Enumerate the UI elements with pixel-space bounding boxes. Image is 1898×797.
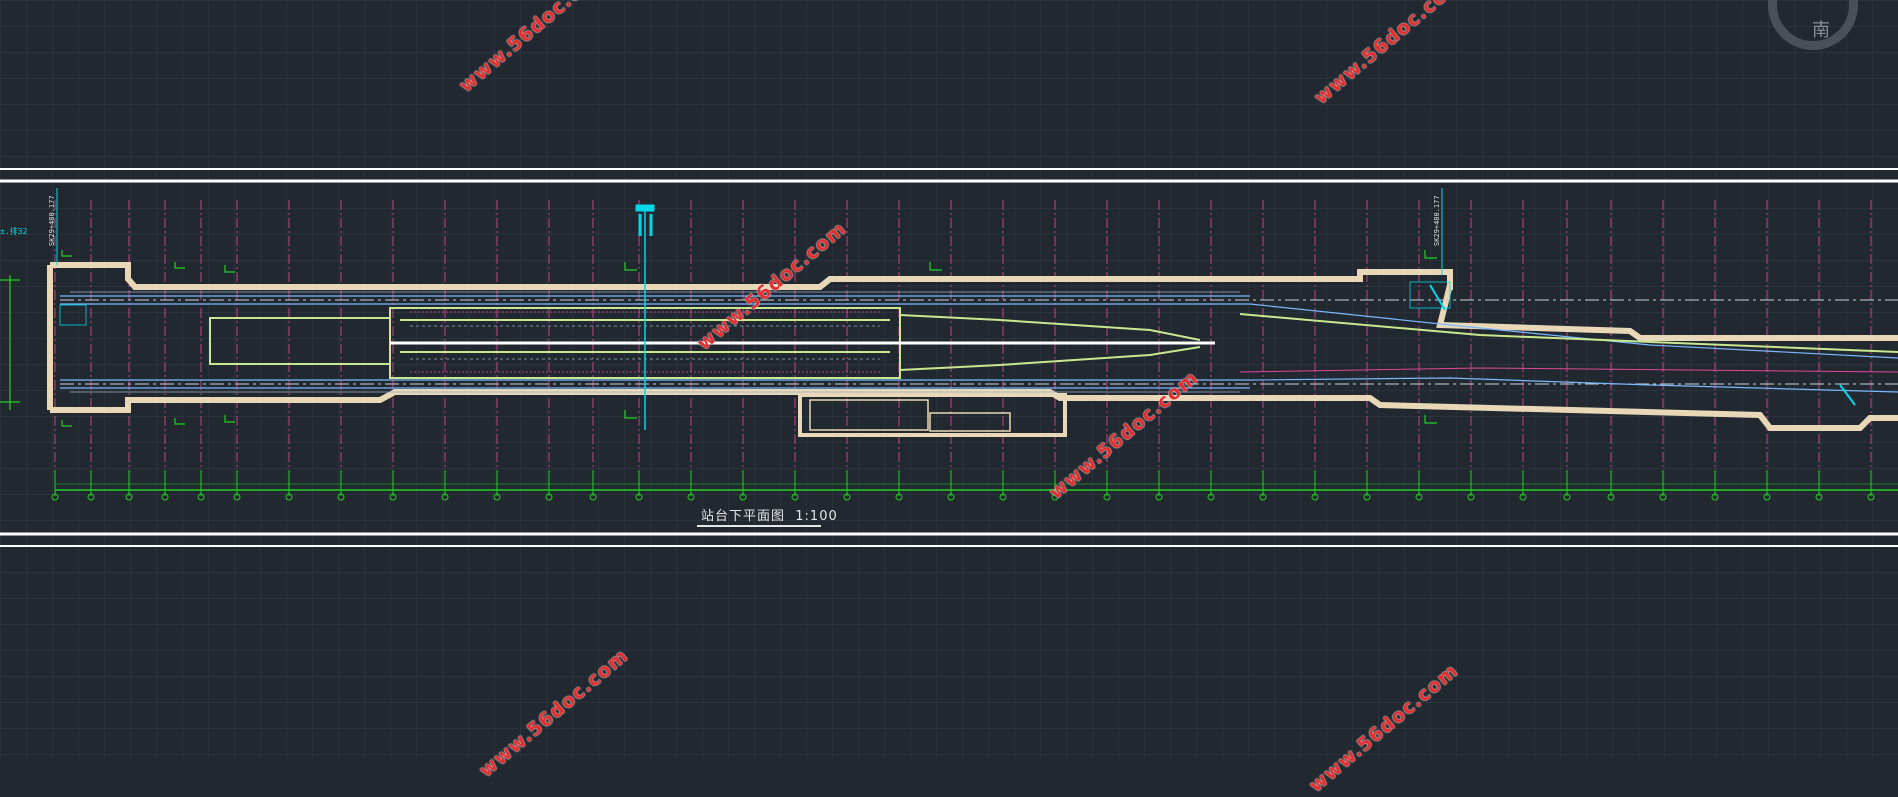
cad-model-canvas[interactable]: ±.排32 SK29+480.177 SK29+480.177 站台下平面图 1…	[0, 0, 1898, 797]
structure-walls	[47, 262, 1898, 431]
station-plan-drawing	[0, 168, 1898, 547]
station-label-right: SK29+480.177	[1433, 195, 1441, 246]
drawing-title: 站台下平面图 1:100	[701, 505, 838, 524]
annex-room	[798, 393, 1067, 437]
dimension-line	[51, 470, 1898, 501]
drawing-scale: 1:100	[795, 509, 838, 524]
drawing-title-text: 站台下平面图	[701, 509, 786, 524]
left-edge-label: ±.排32	[0, 227, 28, 236]
station-label-left: SK29+480.177	[48, 195, 56, 246]
viewcube-direction-label[interactable]: 南	[1812, 16, 1830, 42]
title-underline	[697, 525, 821, 527]
